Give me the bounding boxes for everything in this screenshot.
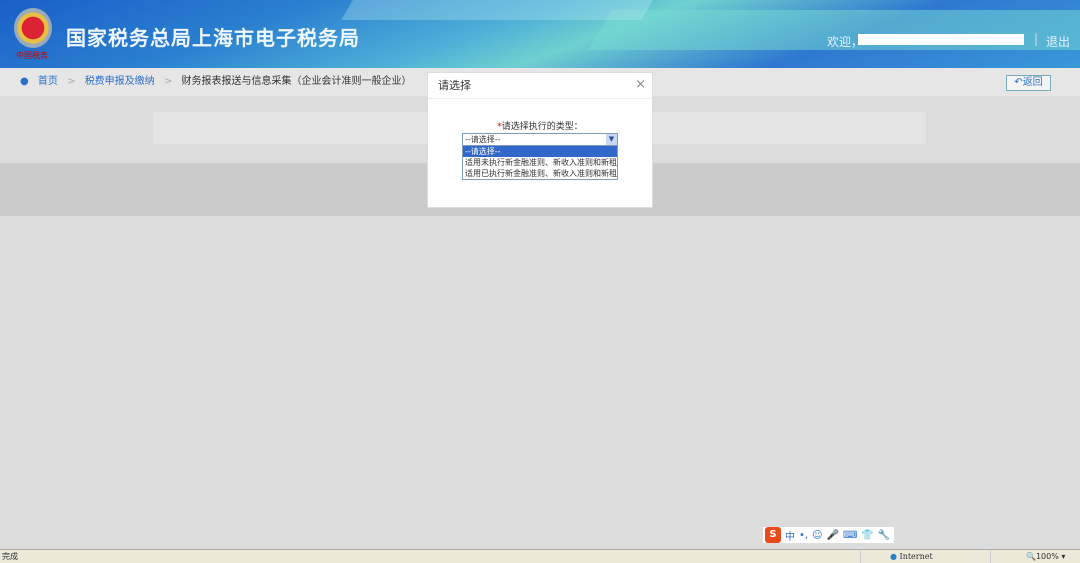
zone-label: Internet: [899, 552, 933, 561]
type-label-text: 请选择执行的类型：: [501, 122, 583, 132]
divider: [990, 551, 991, 563]
divider: [860, 551, 861, 563]
status-bar: 完成 ● Internet 🔍100% ▾: [0, 549, 1080, 563]
option-not-adopted[interactable]: 适用未执行新金融准则、新收入准则和新租赁准则: [463, 157, 617, 168]
zoom-control[interactable]: 🔍100% ▾: [1026, 550, 1065, 563]
zoom-icon: 🔍: [1026, 552, 1036, 561]
site-title: 国家税务总局上海市电子税务局: [66, 26, 360, 50]
tax-emblem-logo: [14, 8, 52, 48]
separator: |: [1034, 32, 1039, 46]
select-value: --请选择--: [465, 135, 501, 144]
microphone-icon[interactable]: 🎤: [827, 530, 839, 541]
zoom-level: 100%: [1035, 552, 1059, 561]
site-header: 中国税务 国家税务总局上海市电子税务局 欢迎， | 退出: [0, 0, 1080, 68]
header-decoration: [341, 0, 659, 20]
type-dropdown-list: --请选择-- 适用未执行新金融准则、新收入准则和新租赁准则 适用已执行新金融准…: [462, 145, 618, 180]
skin-icon[interactable]: 👕: [861, 530, 873, 541]
punctuation-icon[interactable]: •,: [799, 530, 808, 541]
breadcrumb-home[interactable]: 首页: [38, 76, 58, 87]
select-type-dialog: 请选择 × *请选择执行的类型： --请选择-- ▼ --请选择-- 适用未执行新…: [427, 72, 653, 208]
back-label: 返回: [1022, 77, 1043, 88]
globe-icon: ●: [890, 552, 900, 561]
breadcrumb-arrow: >: [67, 76, 76, 87]
breadcrumb-current: 财务报表报送与信息采集（企业会计准则一般企业）: [181, 76, 412, 87]
logo-text: 中国税务: [16, 51, 48, 60]
username-redacted: [858, 34, 1024, 45]
logout-link[interactable]: 退出: [1046, 33, 1070, 50]
option-adopted[interactable]: 适用已执行新金融准则、新收入准则和新租赁准则: [463, 168, 617, 179]
wrench-icon[interactable]: 🔧: [878, 530, 890, 541]
emoji-icon[interactable]: ☺: [812, 530, 822, 541]
dialog-title: 请选择: [428, 73, 652, 99]
sogou-logo-icon[interactable]: S: [765, 527, 781, 543]
chevron-down-icon[interactable]: ▼: [606, 134, 617, 145]
option-placeholder[interactable]: --请选择--: [463, 146, 617, 157]
back-button[interactable]: ↶返回: [1006, 75, 1051, 91]
ime-toolbar: S 中 •, ☺ 🎤 ⌨ 👕 🔧: [762, 526, 895, 544]
keyboard-icon[interactable]: ⌨: [843, 530, 857, 541]
breadcrumb-arrow: >: [163, 76, 173, 87]
chinese-mode-icon[interactable]: 中: [785, 528, 795, 543]
breadcrumb-tax-filing[interactable]: 税费申报及缴纳: [85, 76, 155, 87]
close-icon[interactable]: ×: [635, 77, 646, 92]
type-label: *请选择执行的类型：: [428, 119, 652, 132]
location-pin-icon: ●: [20, 76, 29, 87]
return-icon: ↶: [1014, 77, 1023, 88]
status-text: 完成: [2, 552, 18, 561]
internet-zone: ● Internet: [890, 550, 933, 563]
